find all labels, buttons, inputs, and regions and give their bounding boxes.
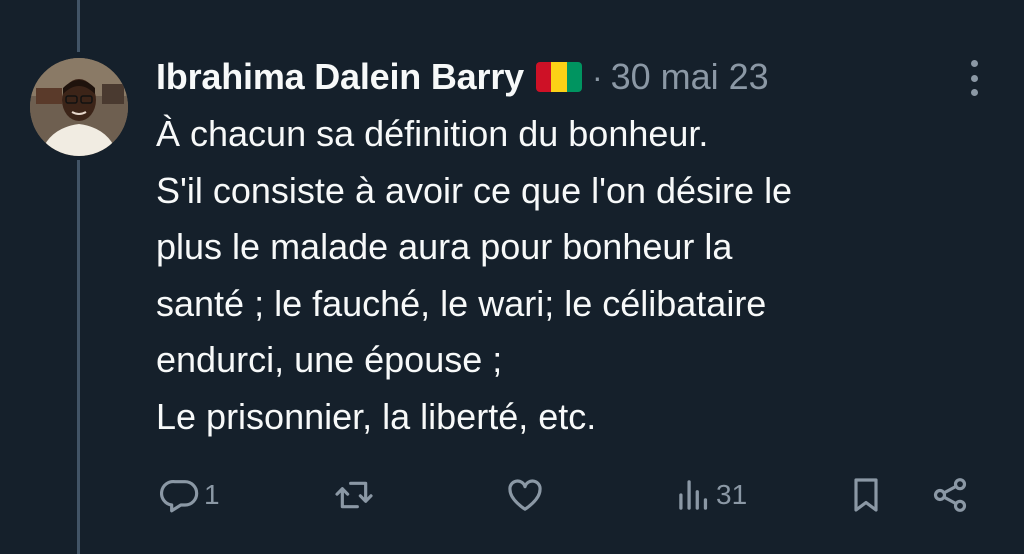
share-button[interactable] xyxy=(930,470,970,520)
more-dot xyxy=(970,60,978,67)
author-name[interactable]: Ibrahima Dalein Barry xyxy=(156,56,524,98)
tweet-date[interactable]: 30 mai 23 xyxy=(611,56,769,98)
views-count: 31 xyxy=(716,479,748,510)
views-icon xyxy=(679,480,708,510)
reply-icon xyxy=(160,480,199,513)
tweet-line: endurci, une épouse ; xyxy=(156,339,503,380)
avatar[interactable] xyxy=(30,58,128,156)
like-button[interactable] xyxy=(505,470,549,520)
more-icon[interactable] xyxy=(958,60,990,96)
thread-line-top xyxy=(77,0,80,52)
more-dot xyxy=(970,89,978,96)
retweet-icon xyxy=(335,481,373,509)
tweet-line: Le prisonnier, la liberté, etc. xyxy=(156,395,597,437)
retweet-button[interactable] xyxy=(333,470,379,520)
views-button[interactable]: 31 xyxy=(676,470,747,520)
reply-button[interactable]: 1 xyxy=(160,470,220,520)
tweet-line: plus le malade aura pour bonheur la xyxy=(156,226,733,267)
share-icon xyxy=(933,478,967,512)
tweet-header: Ibrahima Dalein Barry · 30 mai 23 xyxy=(156,54,769,100)
header-separator: · xyxy=(591,58,603,95)
tweet-line: santé ; le fauché, le wari; le célibatai… xyxy=(156,282,767,324)
tweet-line: À chacun sa définition du bonheur. xyxy=(156,113,709,154)
more-dot xyxy=(970,74,978,82)
reply-count: 1 xyxy=(204,479,220,510)
bookmark-icon xyxy=(854,478,878,512)
bookmark-button[interactable] xyxy=(846,470,886,520)
guinea-flag-icon xyxy=(535,62,582,92)
flag-stripe-green xyxy=(566,62,582,92)
tweet-text: À chacun sa définition du bonheur. S'il … xyxy=(156,106,1006,445)
tweet-line: S'il consiste à avoir ce que l'on désire… xyxy=(156,169,793,211)
flag-stripe-red xyxy=(535,62,552,92)
flag-stripe-yellow xyxy=(551,62,567,92)
action-bar: 1 31 xyxy=(0,470,1024,520)
like-icon xyxy=(508,479,542,511)
